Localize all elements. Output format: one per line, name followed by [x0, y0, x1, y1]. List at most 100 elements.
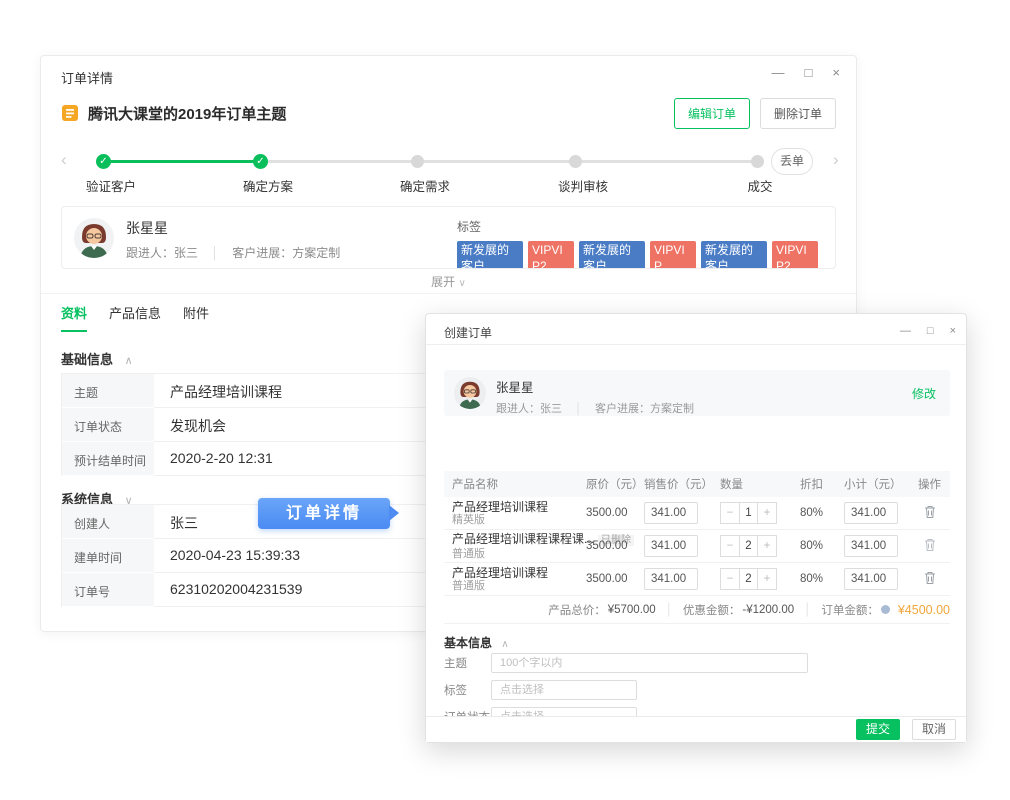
row-label: 创建人 [62, 505, 154, 539]
customer-card: 张星星 跟进人：张三 │ 客户进展：方案定制 标签 新发展的客户 VIPVIP2… [61, 206, 836, 269]
customer-card: 张星星 跟进人：张三 │ 客户进展：方案定制 修改 [444, 370, 950, 416]
product-variant: 精英版 [452, 514, 586, 527]
caret-up-icon[interactable]: ∧ [501, 639, 508, 650]
trash-icon[interactable] [924, 571, 936, 585]
window-controls: — □ × [900, 322, 956, 340]
divider: │ [211, 246, 219, 260]
check-icon: ✓ [253, 154, 268, 169]
caret-down-icon: ∨ [459, 278, 466, 289]
customer-tag: VIPVIP2 [772, 241, 818, 269]
summary-label: 产品总价： [548, 602, 606, 618]
window-title: 创建订单 [444, 324, 492, 341]
product-table: 产品名称 原价（元） 销售价（元） 数量 折扣 小计（元） 操作 产品经理培训课… [444, 471, 950, 624]
customer-name: 张星星 [496, 377, 694, 396]
customer-progress: 客户进展：方案定制 [595, 403, 694, 415]
chevron-right-icon[interactable]: › [833, 150, 839, 170]
tab-product-info[interactable]: 产品信息 [109, 303, 161, 332]
delete-order-button[interactable]: 删除订单 [760, 98, 836, 129]
dialog-footer: 提交 取消 [426, 716, 966, 742]
chevron-left-icon[interactable]: ‹ [61, 150, 67, 170]
field-label: 标签 [444, 682, 491, 698]
basic-info-section-title: 基础信息 ∧ [61, 349, 133, 368]
expand-toggle[interactable]: 展开 ∨ [41, 273, 856, 290]
submit-button[interactable]: 提交 [856, 719, 900, 740]
quantity-minus-button[interactable]: − [720, 502, 739, 524]
customer-tag: 新发展的客户 [457, 241, 523, 269]
summary-discount: -¥1200.00 [742, 604, 794, 616]
customer-follower: 跟进人：张三 [126, 246, 198, 260]
quantity-value[interactable]: 2 [739, 535, 758, 557]
info-icon [881, 605, 890, 614]
edit-order-button[interactable]: 编辑订单 [674, 98, 750, 129]
avatar [454, 377, 486, 409]
quantity-value[interactable]: 2 [739, 568, 758, 590]
customer-tag: 新发展的客户 [701, 241, 767, 269]
cancel-button[interactable]: 取消 [912, 719, 956, 740]
form-row: 主题 [444, 653, 808, 673]
original-price: 3500.00 [586, 507, 644, 519]
subtotal-input[interactable] [844, 568, 898, 590]
product-name: 产品经理培训课程 [452, 500, 586, 514]
col-header: 操作 [909, 476, 950, 492]
minimize-icon[interactable]: — [772, 64, 785, 82]
modify-customer-link[interactable]: 修改 [912, 385, 936, 402]
sale-price-input[interactable] [644, 502, 698, 524]
order-amount: ¥4500.00 [898, 603, 950, 617]
trash-icon[interactable] [924, 538, 936, 552]
customer-follower: 跟进人：张三 [496, 403, 562, 415]
order-detail-tooltip: 订单详情 [258, 498, 390, 529]
step-label: 验证客户 [86, 176, 136, 195]
step-node-4[interactable] [569, 154, 582, 168]
step-node-2[interactable]: ✓ [253, 154, 268, 169]
avatar [74, 218, 114, 258]
tab-attachments[interactable]: 附件 [183, 303, 209, 332]
summary-label: 优惠金额： [683, 602, 741, 618]
sale-price-input[interactable] [644, 535, 698, 557]
subtotal-input[interactable] [844, 535, 898, 557]
customer-tag: 新发展的客户 [579, 241, 645, 269]
page-title: 腾讯大课堂的2019年订单主题 [88, 103, 674, 124]
order-stage-stepper: ‹ ✓ ✓ 验证客户 确定方案 确定需求 谈判审核 成交 丢单 › [61, 144, 836, 204]
quantity-value[interactable]: 1 [739, 502, 758, 524]
subtotal-input[interactable] [844, 502, 898, 524]
window-controls: — □ × [772, 64, 840, 82]
customer-name: 张星星 [126, 218, 340, 238]
col-header: 原价（元） [586, 476, 644, 492]
subject-input[interactable] [491, 653, 808, 673]
basic-form-section-title: 基本信息 ∧ [444, 634, 509, 651]
quantity-minus-button[interactable]: − [720, 535, 739, 557]
quantity-plus-button[interactable]: + [758, 568, 777, 590]
original-price: 3500.00 [586, 573, 644, 585]
row-label: 订单号 [62, 573, 154, 607]
tab-profile[interactable]: 资料 [61, 303, 87, 332]
section-divider [41, 293, 856, 294]
minimize-icon[interactable]: — [900, 322, 911, 340]
divider: │ [804, 604, 811, 616]
col-header: 数量 [720, 476, 800, 492]
step-node-5[interactable] [751, 154, 764, 168]
product-name: 产品经理培训课程课程课... [452, 532, 594, 546]
quantity-plus-button[interactable]: + [758, 502, 777, 524]
maximize-icon[interactable]: □ [805, 64, 813, 82]
original-price: 3500.00 [586, 540, 644, 552]
product-variant: 普通版 [452, 580, 586, 593]
divider: │ [666, 604, 673, 616]
tag-list: 新发展的客户 VIPVIP2 新发展的客户 VIPVIP 新发展的客户 VIPV… [457, 241, 818, 269]
caret-up-icon[interactable]: ∧ [125, 355, 133, 367]
lose-order-button[interactable]: 丢单 [771, 148, 813, 175]
close-icon[interactable]: × [950, 322, 956, 340]
step-node-1[interactable]: ✓ [96, 154, 111, 169]
step-node-3[interactable] [411, 154, 424, 168]
product-variant: 普通版 [452, 548, 586, 561]
customer-tag: VIPVIP2 [528, 241, 574, 269]
summary-total: ¥5700.00 [608, 604, 656, 616]
maximize-icon[interactable]: □ [927, 322, 934, 340]
close-icon[interactable]: × [832, 64, 840, 82]
tag-select-input[interactable] [491, 680, 637, 700]
trash-icon[interactable] [924, 505, 936, 519]
quantity-minus-button[interactable]: − [720, 568, 739, 590]
row-label: 建单时间 [62, 539, 154, 573]
sale-price-input[interactable] [644, 568, 698, 590]
quantity-plus-button[interactable]: + [758, 535, 777, 557]
check-icon: ✓ [96, 154, 111, 169]
